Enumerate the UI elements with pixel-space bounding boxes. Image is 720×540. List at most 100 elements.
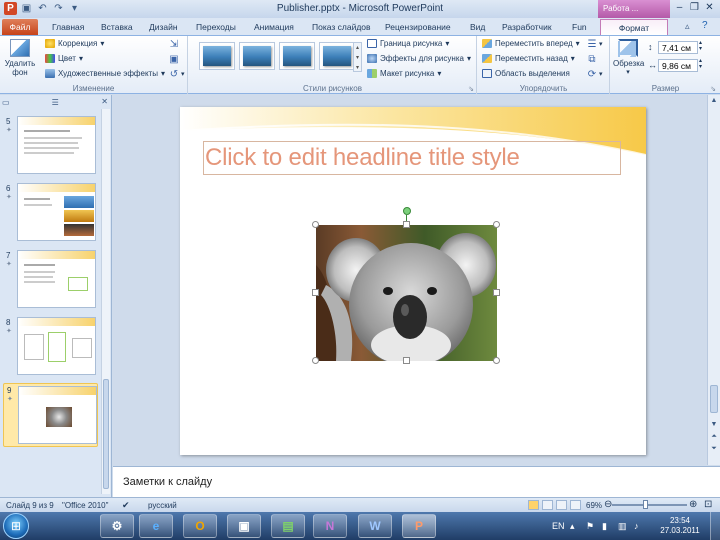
theme-name[interactable]: "Office 2010" xyxy=(62,501,108,510)
correction-button[interactable]: Коррекция ▾ xyxy=(45,39,104,48)
tab-format[interactable]: Формат xyxy=(600,19,668,35)
height-field[interactable]: 7,41 см xyxy=(658,41,698,54)
picture-style-4[interactable] xyxy=(319,42,355,70)
slide-thumbnail-9[interactable]: 9 ✦ xyxy=(3,383,98,447)
tab-developer[interactable]: Разработчик xyxy=(502,19,552,35)
show-desktop-button[interactable] xyxy=(710,512,720,540)
tab-slideshow[interactable]: Показ слайдов xyxy=(312,19,371,35)
slide-thumbnail-8[interactable]: 8 ✦ xyxy=(3,316,98,376)
flag-icon[interactable]: ⚑ xyxy=(586,521,594,532)
minimize-ribbon-icon[interactable]: ▵ xyxy=(685,21,690,32)
compress-pictures-icon[interactable]: ⇲ xyxy=(168,39,180,50)
reading-view-icon[interactable] xyxy=(556,500,567,510)
word-icon[interactable]: W xyxy=(358,514,392,538)
resize-handle-s[interactable] xyxy=(403,357,410,364)
picture-effects-button[interactable]: Эффекты для рисунка ▾ xyxy=(367,54,471,63)
crop-button[interactable]: Обрезка ▾ xyxy=(613,39,644,77)
zoom-in-icon[interactable]: ⊕ xyxy=(689,499,697,510)
volume-icon[interactable]: ♪ xyxy=(634,521,639,531)
reset-picture-icon[interactable]: ↺ xyxy=(168,69,180,80)
spellcheck-icon[interactable]: ✔ xyxy=(122,500,130,511)
group-objects-icon[interactable]: ⧉ xyxy=(586,54,598,65)
rotate-icon[interactable]: ⟳ xyxy=(586,69,598,80)
change-picture-icon[interactable]: ▣ xyxy=(168,54,180,65)
height-spinner-icon[interactable]: ▴ ▾ xyxy=(699,40,702,52)
network-tray-icon[interactable]: ▥ xyxy=(618,521,627,532)
slide-thumbnail-6[interactable]: 6 ✦ xyxy=(3,182,98,242)
language-indicator[interactable]: EN xyxy=(552,521,565,531)
picture-style-1[interactable] xyxy=(199,42,235,70)
next-slide-icon[interactable]: ⏷ xyxy=(708,445,720,453)
remove-background-button[interactable]: Удалить фон xyxy=(3,39,37,77)
tab-design[interactable]: Дизайн xyxy=(149,19,178,35)
project-icon[interactable]: ▤ xyxy=(271,514,305,538)
align-icon[interactable]: ☰ xyxy=(586,39,598,50)
notes-pane[interactable]: Заметки к слайду xyxy=(113,466,720,497)
tab-insert[interactable]: Вставка xyxy=(101,19,133,35)
outline-tab-icon[interactable]: ☰ xyxy=(52,98,59,107)
slides-scrollbar[interactable] xyxy=(101,109,110,494)
koala-picture[interactable] xyxy=(312,207,500,364)
start-orb-icon[interactable]: ⊞ xyxy=(3,513,29,539)
dialog-launcher-icon[interactable]: ⇘ xyxy=(468,85,474,93)
picture-style-2[interactable] xyxy=(239,42,275,70)
show-hidden-icons-icon[interactable]: ▴ xyxy=(570,521,575,532)
selection-pane-button[interactable]: Область выделения xyxy=(482,69,570,78)
powerpoint-icon[interactable]: P xyxy=(402,514,436,538)
width-field[interactable]: 9,86 см xyxy=(658,59,698,72)
dialog-launcher-icon[interactable]: ⇘ xyxy=(710,85,716,93)
remote-desktop-icon[interactable]: ▣ xyxy=(227,514,261,538)
title-placeholder[interactable]: Click to edit headline title style xyxy=(203,141,621,175)
width-spinner-icon[interactable]: ▴ ▾ xyxy=(699,58,702,70)
artistic-effects-button[interactable]: Художественные эффекты ▾ xyxy=(45,69,165,78)
normal-view-icon[interactable] xyxy=(528,500,539,510)
resize-handle-w[interactable] xyxy=(312,289,319,296)
picture-layout-button[interactable]: Макет рисунка ▾ xyxy=(367,69,441,78)
rotate-handle[interactable] xyxy=(403,207,411,215)
tab-view[interactable]: Вид xyxy=(470,19,485,35)
resize-handle-e[interactable] xyxy=(493,289,500,296)
help-icon[interactable]: ? xyxy=(702,20,708,31)
tab-file[interactable]: Файл xyxy=(2,19,38,35)
picture-border-button[interactable]: Граница рисунка ▾ xyxy=(367,39,449,48)
close-panel-icon[interactable]: ✕ xyxy=(101,97,108,106)
resize-handle-se[interactable] xyxy=(493,357,500,364)
resize-handle-nw[interactable] xyxy=(312,221,319,228)
scroll-down-icon[interactable]: ▼ xyxy=(708,421,720,428)
scroll-up-icon[interactable]: ▲ xyxy=(708,97,720,104)
slide-thumbnail-7[interactable]: 7 ✦ xyxy=(3,249,98,309)
bring-forward-button[interactable]: Переместить вперед ▾ xyxy=(482,39,580,48)
zoom-level[interactable]: 69% xyxy=(586,501,602,510)
close-icon[interactable]: ✕ xyxy=(703,2,716,14)
onenote-icon[interactable]: N xyxy=(313,514,347,538)
resize-handle-ne[interactable] xyxy=(493,221,500,228)
resize-handle-n[interactable] xyxy=(403,221,410,228)
restore-icon[interactable]: ❐ xyxy=(688,2,701,14)
network-icon[interactable]: ⚙ xyxy=(100,514,134,538)
battery-icon[interactable]: ▮ xyxy=(602,521,607,532)
tab-fun[interactable]: Fun xyxy=(572,19,587,35)
tab-animation[interactable]: Анимация xyxy=(254,19,294,35)
slide-sorter-icon[interactable] xyxy=(542,500,553,510)
language[interactable]: русский xyxy=(148,501,177,510)
editor-scrollbar[interactable]: ▲ ▼ ⏶ ⏷ xyxy=(707,95,720,465)
clock[interactable]: 23:54 27.03.2011 xyxy=(658,516,702,536)
slide-thumbnail-5[interactable]: 5 ✦ xyxy=(3,115,98,175)
outlook-icon[interactable]: O xyxy=(183,514,217,538)
tab-transitions[interactable]: Переходы xyxy=(196,19,236,35)
minimize-icon[interactable]: – xyxy=(673,2,686,14)
zoom-slider-knob[interactable] xyxy=(643,500,648,509)
tab-review[interactable]: Рецензирование xyxy=(385,19,451,35)
scroll-thumb[interactable] xyxy=(103,379,109,489)
color-button[interactable]: Цвет ▾ xyxy=(45,54,83,63)
send-backward-button[interactable]: Переместить назад ▾ xyxy=(482,54,575,63)
resize-handle-sw[interactable] xyxy=(312,357,319,364)
fit-to-window-icon[interactable]: ⊡ xyxy=(704,499,712,510)
zoom-slider[interactable] xyxy=(612,504,687,506)
scroll-thumb[interactable] xyxy=(710,385,718,413)
previous-slide-icon[interactable]: ⏶ xyxy=(708,433,720,441)
tab-home[interactable]: Главная xyxy=(52,19,84,35)
current-slide[interactable]: Click to edit headline title style xyxy=(180,107,646,455)
slides-tab-icon[interactable]: ▭ xyxy=(2,98,10,107)
slideshow-view-icon[interactable] xyxy=(570,500,581,510)
